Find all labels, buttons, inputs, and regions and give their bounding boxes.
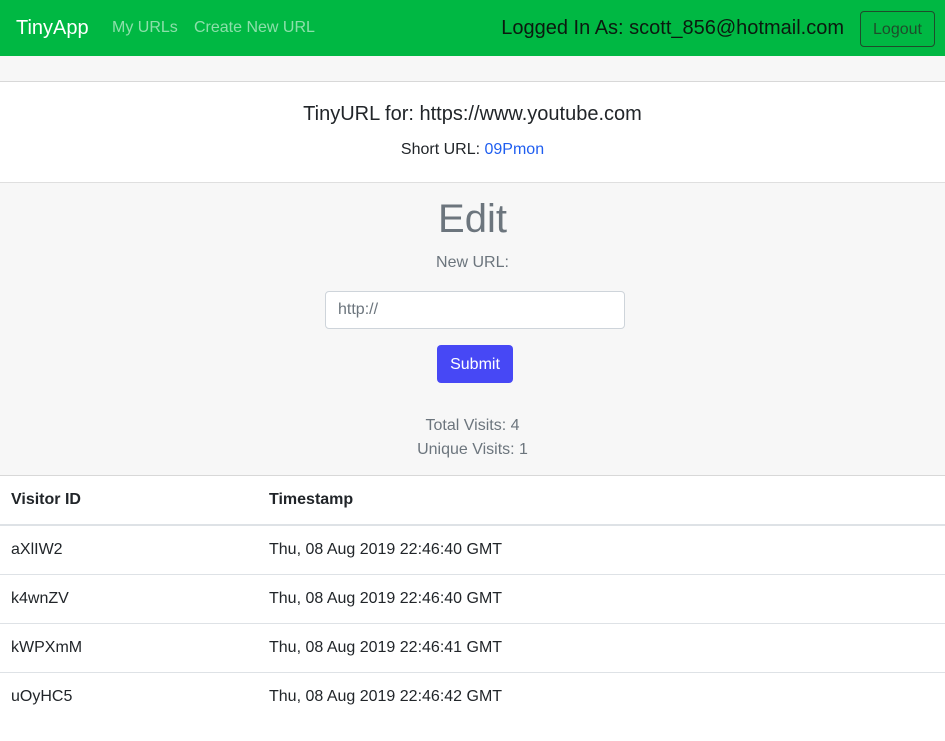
- logged-in-status: Logged In As: scott_856@hotmail.com: [501, 17, 844, 39]
- new-url-input[interactable]: [325, 291, 625, 329]
- timestamp-cell: Thu, 08 Aug 2019 22:46:40 GMT: [258, 525, 945, 575]
- submit-button[interactable]: Submit: [437, 345, 513, 383]
- visitor-id-cell: aXlIW2: [0, 525, 258, 575]
- table-row: uOyHC5 Thu, 08 Aug 2019 22:46:42 GMT: [0, 672, 945, 721]
- table-row: kWPXmM Thu, 08 Aug 2019 22:46:41 GMT: [0, 623, 945, 673]
- url-card-title: TinyURL for: https://www.youtube.com: [303, 103, 642, 125]
- url-card: TinyURL for: https://www.youtube.com Sho…: [0, 82, 945, 183]
- table-row: k4wnZV Thu, 08 Aug 2019 22:46:40 GMT: [0, 574, 945, 624]
- nav-create-new-url[interactable]: Create New URL: [194, 17, 315, 39]
- timestamp-cell: Thu, 08 Aug 2019 22:46:42 GMT: [269, 687, 503, 705]
- edit-heading: Edit: [438, 197, 507, 241]
- short-url-line: Short URL: 09Pmon: [0, 140, 945, 160]
- visitor-id-cell: uOyHC5: [11, 687, 73, 705]
- nav-my-urls[interactable]: My URLs: [112, 17, 178, 39]
- unique-visits: Unique Visits: 1: [417, 441, 528, 458]
- visits-table: Visitor ID Timestamp aXlIW2 Thu, 08 Aug …: [0, 476, 945, 721]
- edit-section: Edit New URL: Submit Total Visits: 4 Uni…: [0, 183, 945, 476]
- column-header-visitor-id: Visitor ID: [0, 476, 258, 526]
- short-url-label: Short URL:: [400, 141, 485, 158]
- new-url-label: New URL:: [436, 254, 509, 271]
- logout-button[interactable]: Logout: [860, 11, 935, 47]
- table-header-row: Visitor ID Timestamp: [0, 476, 945, 526]
- brand-link[interactable]: TinyApp: [16, 15, 89, 41]
- short-url-link[interactable]: 09Pmon: [485, 141, 545, 158]
- visitor-id-cell: kWPXmM: [0, 623, 258, 673]
- timestamp-cell: Thu, 08 Aug 2019 22:46:41 GMT: [258, 623, 945, 673]
- visitor-id-cell: k4wnZV: [0, 574, 258, 624]
- total-visits: Total Visits: 4: [425, 417, 520, 434]
- timestamp-cell: Thu, 08 Aug 2019 22:46:40 GMT: [258, 574, 945, 624]
- navbar: TinyApp My URLs Create New URL Logged In…: [0, 0, 945, 56]
- table-row: aXlIW2 Thu, 08 Aug 2019 22:46:40 GMT: [0, 525, 945, 575]
- column-header-timestamp: Timestamp: [258, 476, 945, 526]
- card-header: [0, 56, 945, 82]
